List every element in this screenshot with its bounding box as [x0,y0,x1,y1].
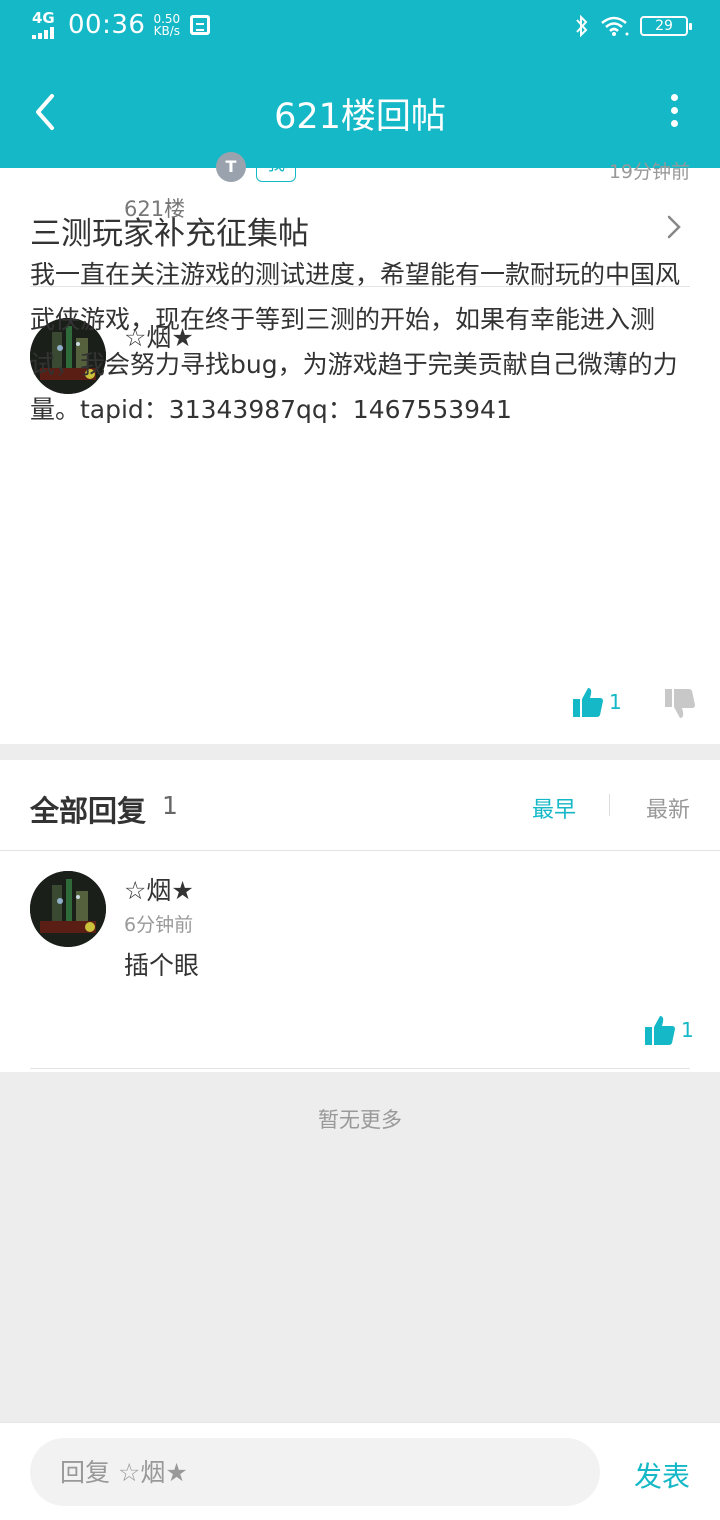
reply-author-name[interactable]: ☆烟★ [124,871,194,907]
signal-icon: 4G [32,11,62,39]
replies-title: 全部回复 [30,794,147,828]
replies-count: 1 [162,791,178,820]
divider [30,1068,690,1069]
post-like-button[interactable]: 1 [572,686,622,718]
reply-like-count: 1 [681,1018,694,1042]
sort-newest-tab[interactable]: 最新 [646,792,690,824]
reply-input[interactable] [30,1438,600,1506]
post-content: 我一直在关注游戏的测试进度，希望能有一款耐玩的中国风武侠游戏，现在终于等到三测的… [30,260,681,424]
notification-app-icon [190,15,211,35]
level-badge: T [216,152,246,182]
floor-number: 621楼 [124,197,186,221]
thumbs-down-icon[interactable] [664,688,696,720]
back-arrow-icon[interactable] [28,90,68,134]
sort-earliest-tab[interactable]: 最早 [532,792,576,824]
status-time: 00:36 [68,10,146,40]
status-bar: 4G 00:36 0.50 KB/s 29 [0,0,720,58]
chevron-right-icon [667,215,681,239]
replies-section: 全部回复 1 最早 最新 [0,760,720,1072]
app-header: 4G 00:36 0.50 KB/s 29 621楼回帖 [0,0,720,168]
reply-avatar[interactable] [30,871,106,947]
post-like-count: 1 [609,690,622,714]
network-type: 4G [32,9,55,27]
send-button[interactable]: 发表 [634,1455,690,1495]
me-badge: 我 [256,150,296,182]
no-more-text: 暂无更多 [318,1108,402,1132]
thumbs-up-icon [645,1016,675,1045]
battery-icon: 29 [640,16,692,36]
network-speed: 0.50 KB/s [153,12,181,38]
reply-time: 6分钟前 [124,914,194,936]
reply-content: 插个眼 [124,951,200,980]
sort-divider [609,794,610,816]
page-title: 621楼回帖 [274,97,446,137]
wifi-icon [601,16,629,36]
reply-like-button[interactable]: 1 [644,1014,694,1046]
post-time: 19分钟前 [608,161,690,183]
replies-header: 全部回复 1 最早 最新 [0,760,720,851]
thumbs-up-icon [573,688,603,717]
reply-bar: 发表 [0,1422,720,1520]
bluetooth-icon [576,14,588,38]
more-options-icon[interactable] [668,94,680,134]
